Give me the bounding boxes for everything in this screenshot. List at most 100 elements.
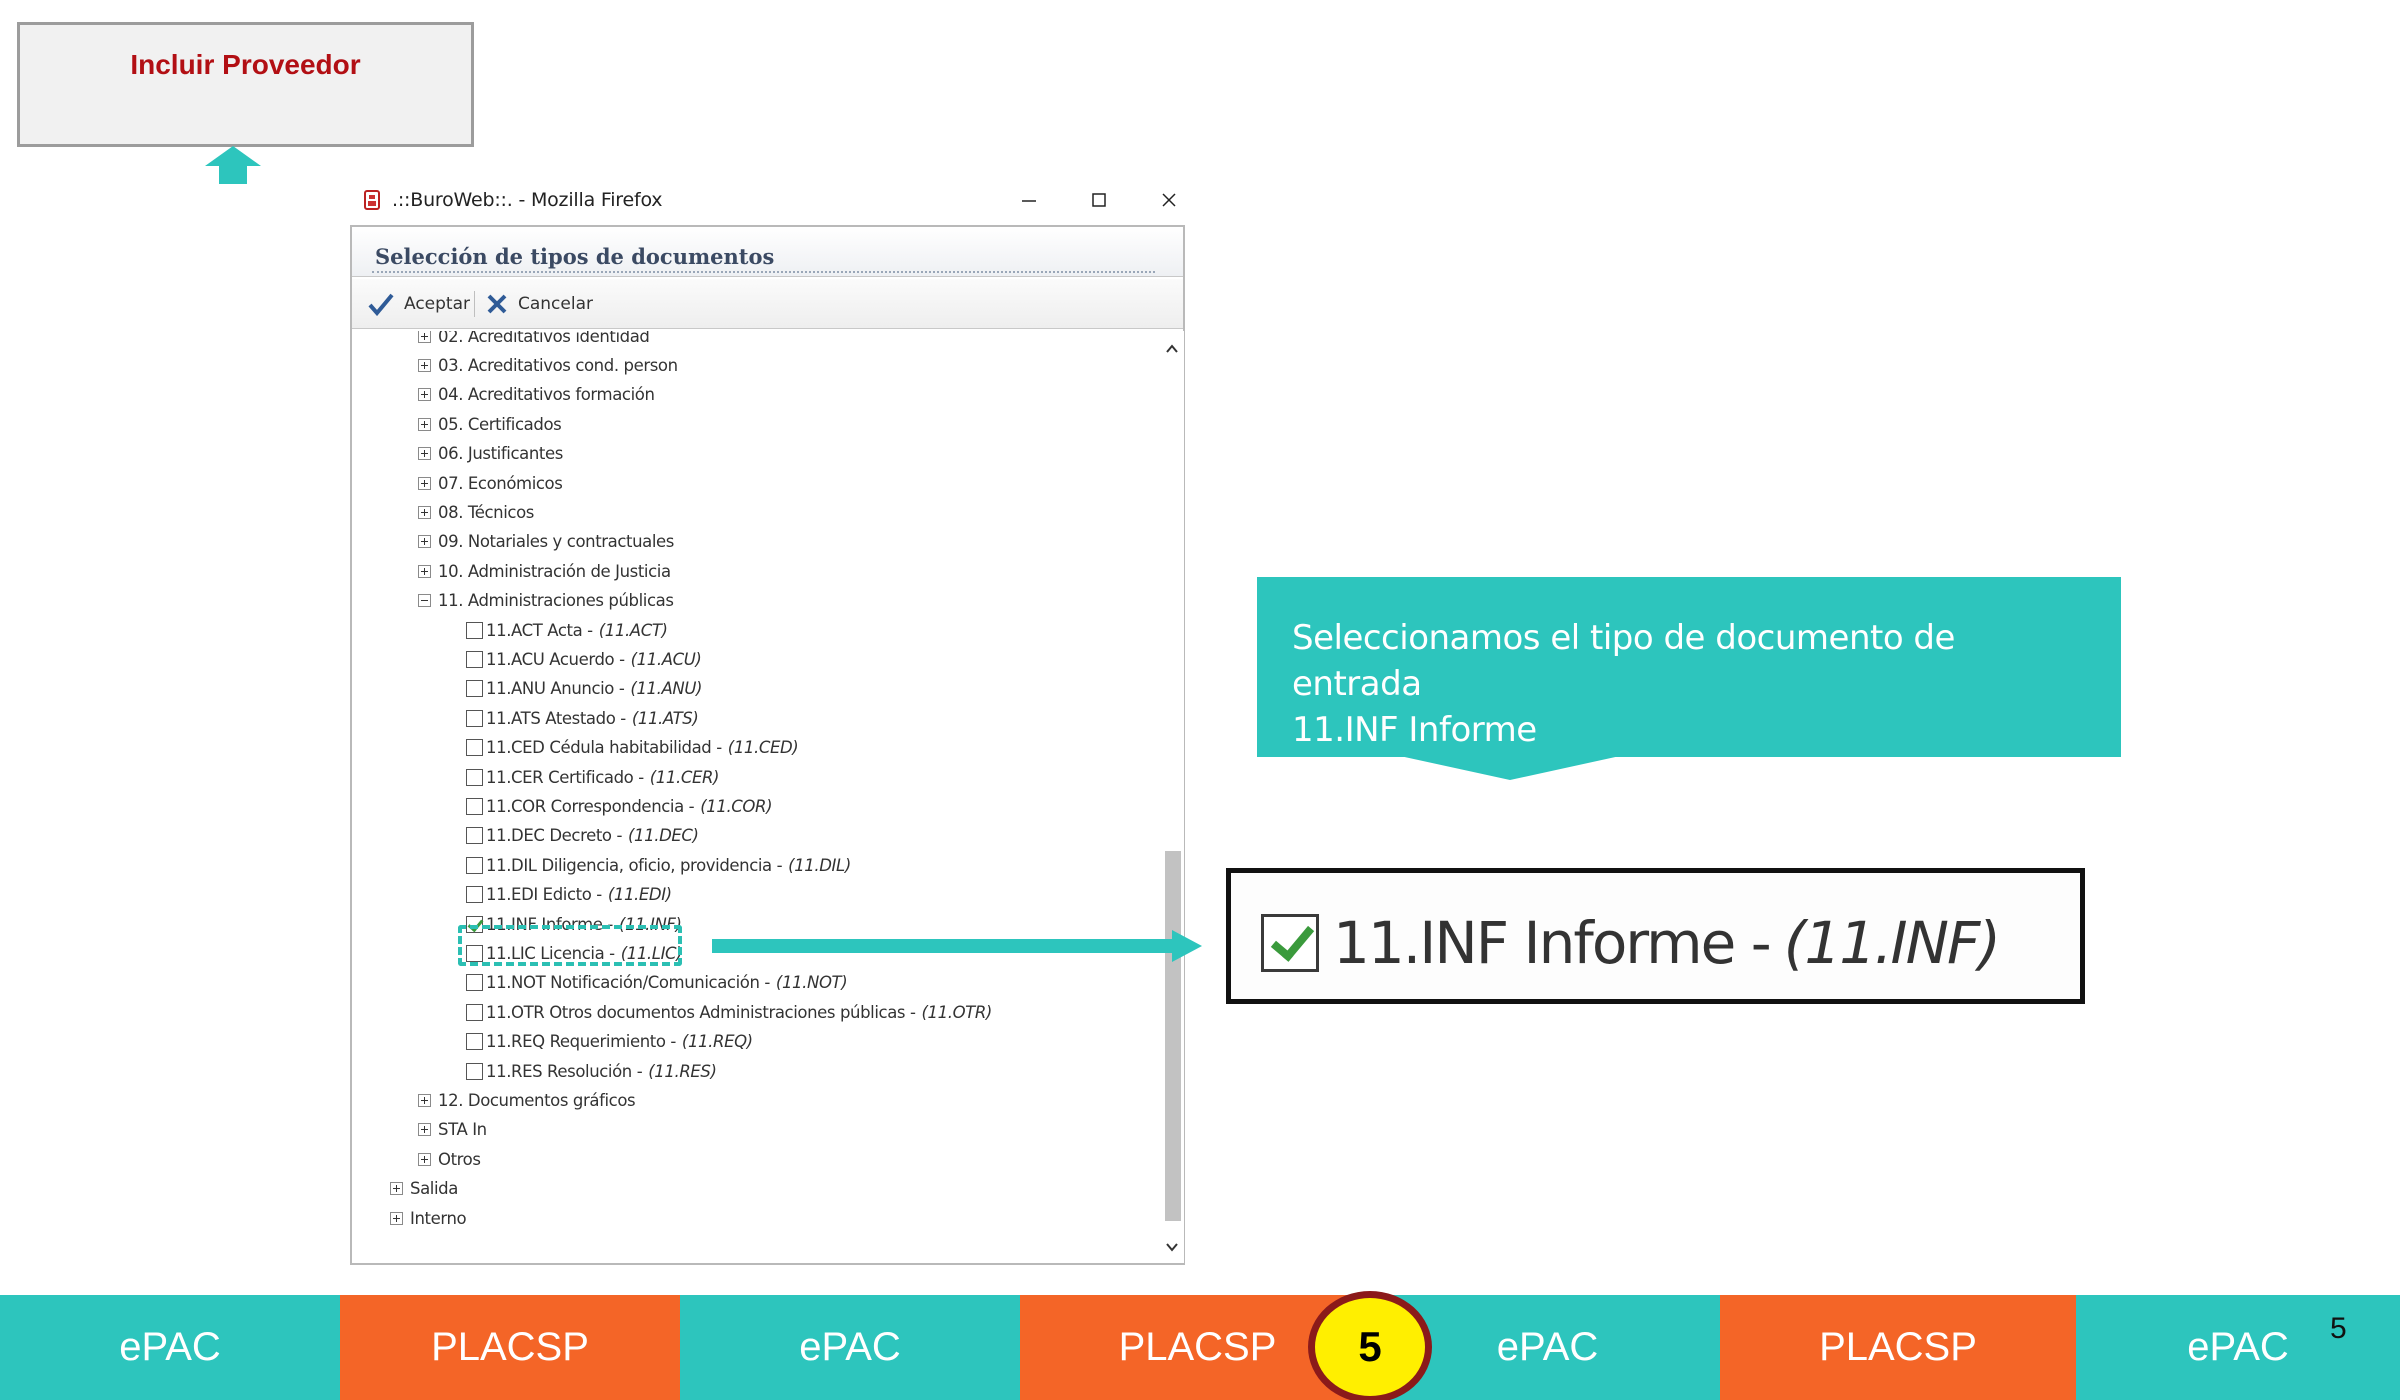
expand-plus-icon[interactable] xyxy=(418,1093,431,1107)
tree-item-checkbox[interactable] xyxy=(466,1003,483,1021)
tree-node-item[interactable]: Otros xyxy=(418,1144,481,1174)
tree-item-checkbox[interactable] xyxy=(466,1062,483,1080)
expand-plus-icon[interactable] xyxy=(418,564,431,578)
tree-item-label: 08. Técnicos xyxy=(438,502,534,522)
expand-plus-icon[interactable] xyxy=(418,535,431,549)
tree-item-checkbox[interactable] xyxy=(466,768,483,786)
expand-plus-icon[interactable] xyxy=(418,388,431,402)
tree-item-label: 11.DIL Diligencia, oficio, providencia - xyxy=(486,855,783,875)
tree-item-code: (11.NOT) xyxy=(775,973,848,993)
tree-leaf-item[interactable]: 11.ACU Acuerdo - (11.ACU) xyxy=(466,644,702,674)
expand-plus-icon[interactable] xyxy=(418,505,431,519)
tree-leaf-item[interactable]: 11.RES Resolución - (11.RES) xyxy=(466,1056,717,1086)
tree-scrollbar[interactable] xyxy=(1160,331,1184,1263)
expand-plus-icon[interactable] xyxy=(418,476,431,490)
step-badge: 5 xyxy=(1308,1291,1432,1400)
tree-node-item[interactable]: Interno xyxy=(390,1203,467,1233)
callout-pointer-icon xyxy=(1400,756,1620,780)
tree-node-item[interactable]: 05. Certificados xyxy=(418,409,562,439)
tree-item-checkbox[interactable] xyxy=(466,856,483,874)
minimize-icon xyxy=(1022,200,1036,202)
tree-item-code: (11.REQ) xyxy=(681,1032,753,1052)
expand-plus-icon[interactable] xyxy=(418,447,431,461)
expand-plus-icon[interactable] xyxy=(418,417,431,431)
tree-leaf-item[interactable]: 11.OTR Otros documentos Administraciones… xyxy=(466,997,992,1027)
tree-item-code: (11.CER) xyxy=(649,767,720,787)
document-type-tree: 02. Acreditativos identidad 03. Acreditat… xyxy=(352,331,1160,1263)
tree-node-item[interactable]: STA In xyxy=(418,1115,487,1145)
callout-line-2: 11.INF Informe xyxy=(1292,710,1537,750)
tree-item-checkbox[interactable] xyxy=(466,886,483,904)
tree-node-item[interactable]: 10. Administración de Justicia xyxy=(418,556,671,586)
accept-button[interactable]: Aceptar xyxy=(368,289,470,319)
tree-item-checkbox[interactable] xyxy=(466,797,483,815)
tree-item-label: Interno xyxy=(410,1208,467,1228)
expand-plus-icon[interactable] xyxy=(390,1211,403,1225)
tree-node-item[interactable]: 12. Documentos gráficos xyxy=(418,1085,636,1115)
scroll-thumb[interactable] xyxy=(1165,851,1181,1221)
tree-item-checkbox[interactable] xyxy=(466,974,483,992)
tree-item-checkbox[interactable] xyxy=(466,1033,483,1051)
tree-item-label: 11.REQ Requerimiento - xyxy=(486,1032,676,1052)
tree-item-label: Salida xyxy=(410,1179,458,1199)
tree-node-item[interactable]: 06. Justificantes xyxy=(418,439,563,469)
connector-arrow-icon xyxy=(712,930,1202,962)
tree-node-item[interactable]: 09. Notariales y contractuales xyxy=(418,527,674,557)
zoom-label: 11.INF Informe - (11.INF) xyxy=(1333,909,2001,977)
tree-node-item[interactable]: 08. Técnicos xyxy=(418,497,534,527)
dialog-title: Selección de tipos de documentos xyxy=(375,244,775,269)
tree-item-label: 09. Notariales y contractuales xyxy=(438,532,674,552)
scroll-down-icon[interactable] xyxy=(1164,1239,1180,1255)
tree-item-code: (11.DIL) xyxy=(788,855,851,875)
tree-leaf-item[interactable]: 11.DEC Decreto - (11.DEC) xyxy=(466,821,699,851)
tree-item-code: (11.ACU) xyxy=(630,649,702,669)
scroll-up-icon[interactable] xyxy=(1164,341,1180,357)
expand-plus-icon[interactable] xyxy=(390,1182,403,1196)
tree-leaf-item[interactable]: 11.EDI Edicto - (11.EDI) xyxy=(466,880,672,910)
tree-item-checkbox[interactable] xyxy=(466,827,483,845)
expand-plus-icon[interactable] xyxy=(418,331,431,343)
tree-node-item[interactable]: 02. Acreditativos identidad xyxy=(418,331,650,351)
tree-item-code: (11.OTR) xyxy=(921,1002,993,1022)
tree-item-label: 11.RES Resolución - xyxy=(486,1061,643,1081)
tree-leaf-item[interactable]: 11.DIL Diligencia, oficio, providencia -… xyxy=(466,850,851,880)
tree-node-item[interactable]: 11. Administraciones públicas xyxy=(418,586,674,616)
tree-item-label: 11.DEC Decreto - xyxy=(486,826,623,846)
footer-nav: ePAC PLACSP ePAC PLACSP ePAC PLACSP ePAC xyxy=(0,1295,2400,1400)
tree-leaf-item[interactable]: 11.ANU Anuncio - (11.ANU) xyxy=(466,674,702,704)
tree-item-checkbox[interactable] xyxy=(466,680,483,698)
tree-item-label: 05. Certificados xyxy=(438,414,562,434)
cancel-button[interactable]: Cancelar xyxy=(486,289,593,319)
provider-box-title: Incluir Proveedor xyxy=(130,49,361,80)
minimize-button[interactable] xyxy=(1006,184,1052,216)
tree-leaf-item[interactable]: 11.CER Certificado - (11.CER) xyxy=(466,762,719,792)
tree-item-code: (11.ATS) xyxy=(631,708,699,728)
tree-node-item[interactable]: 03. Acreditativos cond. person xyxy=(418,350,678,380)
tree-item-checkbox[interactable] xyxy=(466,621,483,639)
collapse-minus-icon[interactable] xyxy=(418,594,431,608)
tree-leaf-item[interactable]: 11.COR Correspondencia - (11.COR) xyxy=(466,791,773,821)
tree-leaf-item[interactable]: 11.NOT Notificación/Comunicación - (11.NO… xyxy=(466,968,848,998)
expand-plus-icon[interactable] xyxy=(418,1123,431,1137)
footer-segment: PLACSP xyxy=(1720,1295,2076,1400)
tree-item-checkbox[interactable] xyxy=(466,709,483,727)
dialog-header: Selección de tipos de documentos xyxy=(352,227,1183,277)
maximize-button[interactable] xyxy=(1076,184,1122,216)
tree-node-item[interactable]: 07. Económicos xyxy=(418,468,563,498)
page-number: 5 xyxy=(2330,1312,2347,1345)
tree-leaf-item[interactable]: 11.ACT Acta - (11.ACT) xyxy=(466,615,668,645)
callout-line-1: Seleccionamos el tipo de documento de en… xyxy=(1292,618,1955,704)
close-button[interactable] xyxy=(1146,184,1192,216)
tree-item-label: 11.CER Certificado - xyxy=(486,767,644,787)
tree-leaf-item[interactable]: 11.REQ Requerimiento - (11.REQ) xyxy=(466,1027,753,1057)
tree-item-label: STA In xyxy=(438,1120,487,1140)
tree-leaf-item[interactable]: 11.CED Cédula habitabilidad - (11.CED) xyxy=(466,733,799,763)
expand-plus-icon[interactable] xyxy=(418,358,431,372)
tree-item-checkbox[interactable] xyxy=(466,739,483,757)
tree-node-item[interactable]: Salida xyxy=(390,1174,458,1204)
tree-item-label: 03. Acreditativos cond. person xyxy=(438,355,678,375)
expand-plus-icon[interactable] xyxy=(418,1152,431,1166)
tree-item-checkbox[interactable] xyxy=(466,650,483,668)
tree-node-item[interactable]: 04. Acreditativos formación xyxy=(418,380,655,410)
tree-leaf-item[interactable]: 11.ATS Atestado - (11.ATS) xyxy=(466,703,699,733)
